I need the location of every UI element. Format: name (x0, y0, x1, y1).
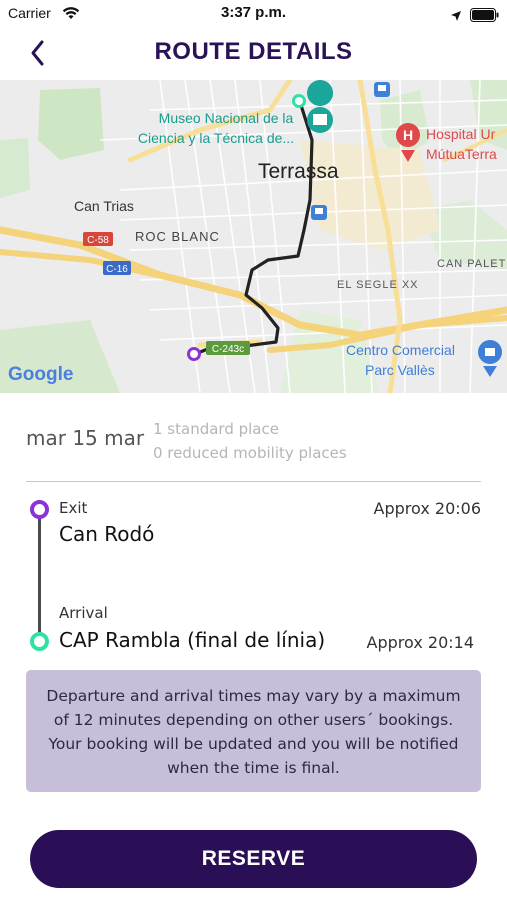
reserve-button[interactable]: RESERVE (30, 830, 477, 888)
page-title: ROUTE DETAILS (154, 38, 353, 65)
divider (26, 481, 481, 482)
standard-places-label: 1 standard place (153, 420, 279, 438)
map-label-mall-line2: Parc Vallès (365, 362, 435, 378)
road-shield-c16: C-16 (103, 261, 131, 275)
map-label-el-segle: EL SEGLE XX (337, 279, 419, 291)
svg-text:C-58: C-58 (87, 235, 109, 246)
exit-time: Approx 20:06 (373, 499, 481, 518)
map-canvas: C-58 C-16 C-243c H Museo Nacional de la … (0, 80, 507, 393)
arrival-caption: Arrival (59, 604, 108, 622)
booking-date: mar 15 mar (26, 426, 145, 450)
train-station-icon (311, 205, 327, 220)
map-label-museum-line1: Museo Nacional de la (159, 110, 294, 126)
map-label-hospital-line1: Hospital Ur (426, 126, 496, 142)
route-map[interactable]: C-58 C-16 C-243c H Museo Nacional de la … (0, 80, 507, 393)
map-label-city: Terrassa (258, 160, 339, 183)
destination-marker (292, 94, 306, 108)
places-summary: 1 standard place 0 reduced mobility plac… (153, 417, 347, 465)
svg-text:C-16: C-16 (106, 264, 128, 275)
clock-label: 3:37 p.m. (220, 4, 287, 21)
map-label-roc-blanc: ROC BLANC (135, 229, 220, 244)
status-bar: Carrier 3:37 p.m. (0, 0, 507, 28)
header: ROUTE DETAILS (0, 28, 507, 78)
arrival-stop-name: CAP Rambla (final de línia) (59, 628, 326, 652)
reduced-mobility-places-label: 0 reduced mobility places (153, 444, 347, 462)
battery-icon (470, 7, 500, 26)
map-label-mall-line1: Centro Comercial (346, 342, 455, 358)
map-label-can-trias: Can Trias (74, 198, 134, 214)
exit-caption: Exit (59, 499, 88, 517)
origin-marker (187, 347, 201, 361)
exit-stop-name: Can Rodó (59, 522, 155, 546)
road-shield-c58: C-58 (83, 232, 113, 246)
location-arrow-icon (450, 7, 462, 26)
google-logo: Google (8, 364, 73, 385)
timing-notice: Departure and arrival times may vary by … (26, 670, 481, 792)
road-shield-c243c: C-243c (206, 341, 250, 355)
map-label-can-palet: CAN PALET (437, 258, 506, 270)
arrival-marker-icon (30, 632, 49, 651)
map-label-museum-line2: Ciencia y la Técnica de... (138, 130, 294, 146)
train-station-icon (374, 82, 390, 97)
svg-text:H: H (403, 127, 413, 143)
arrival-time: Approx 20:14 (366, 633, 474, 652)
exit-marker-icon (30, 500, 49, 519)
map-label-hospital-line2: MútuaTerra (426, 146, 497, 162)
svg-text:C-243c: C-243c (212, 344, 244, 355)
route-timeline-line (38, 512, 41, 640)
